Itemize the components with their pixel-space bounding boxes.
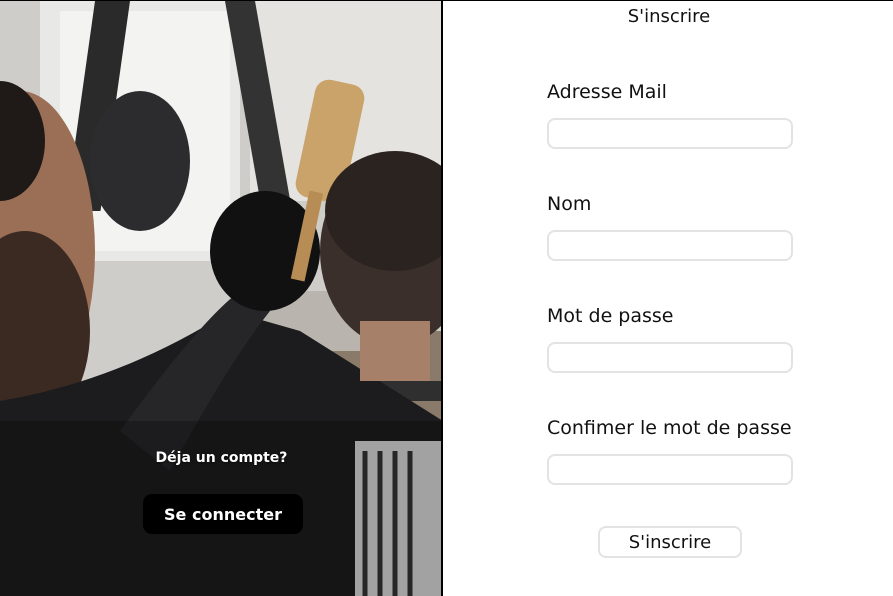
signup-page: Déja un compte? Se connecter S'inscrire …	[0, 0, 893, 596]
login-button[interactable]: Se connecter	[143, 494, 303, 534]
name-label: Nom	[547, 193, 592, 215]
name-field[interactable]	[547, 230, 793, 261]
password-label: Mot de passe	[547, 305, 674, 327]
email-label: Adresse Mail	[547, 81, 667, 103]
barber-photo-panel: Déja un compte? Se connecter	[0, 1, 443, 596]
confirm-password-field[interactable]	[547, 454, 793, 485]
form-title: S'inscrire	[627, 6, 711, 27]
confirm-password-label: Confimer le mot de passe	[547, 417, 792, 439]
signup-form: S'inscrire Adresse Mail Nom Mot de passe…	[445, 1, 893, 596]
password-field[interactable]	[547, 342, 793, 373]
existing-account-prompt: Déja un compte?	[155, 450, 288, 466]
email-field[interactable]	[547, 118, 793, 149]
signup-submit-button[interactable]: S'inscrire	[598, 526, 742, 558]
